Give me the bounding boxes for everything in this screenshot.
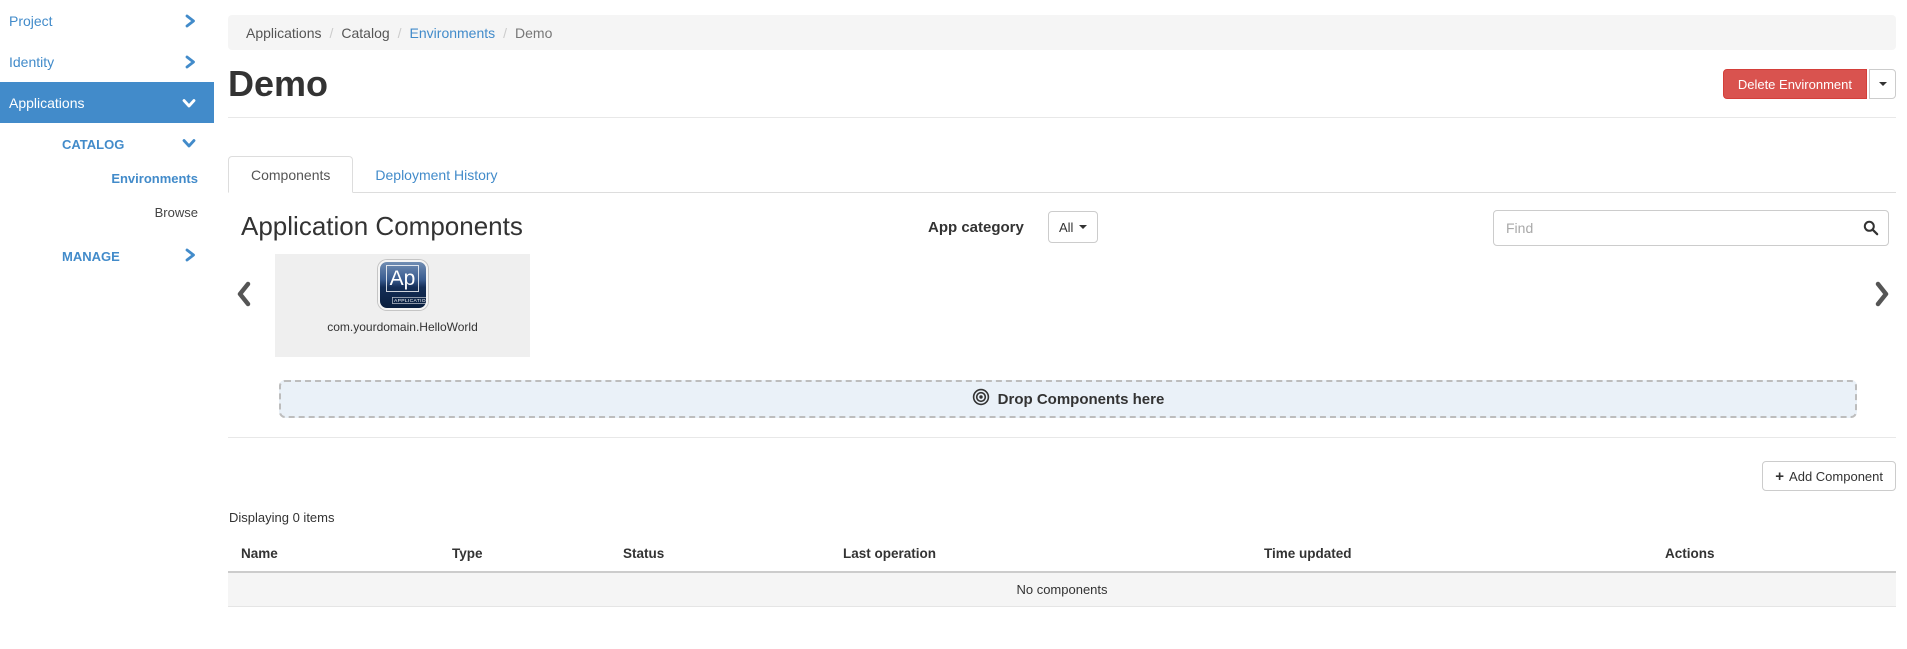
sidebar-item-applications[interactable]: Applications <box>0 82 214 123</box>
tab-components[interactable]: Components <box>228 156 353 193</box>
chevron-down-icon <box>182 97 196 109</box>
tab-bar: Components Deployment History <box>228 156 1896 193</box>
column-header-actions: Actions <box>1652 537 1896 572</box>
section-title: Application Components <box>241 211 523 242</box>
sidebar-item-label: Environments <box>111 171 198 186</box>
tab-label: Components <box>251 167 330 183</box>
sidebar-item-browse[interactable]: Browse <box>0 195 214 229</box>
breadcrumb-item-catalog: Catalog <box>341 25 389 41</box>
sidebar-section-catalog[interactable]: CATALOG <box>0 127 214 161</box>
search-icon[interactable] <box>1863 220 1879 241</box>
component-card[interactable]: Ap APPLICATION com.yourdomain.HelloWorld <box>275 254 530 357</box>
table-empty-row: No components <box>228 572 1896 607</box>
table-header-row: Name Type Status Last operation Time upd… <box>228 537 1896 572</box>
column-header-status: Status <box>610 537 830 572</box>
sidebar-item-label: Project <box>9 13 53 29</box>
caret-down-icon <box>1079 225 1087 229</box>
bullseye-icon <box>972 388 990 410</box>
app-category-selected: All <box>1059 220 1073 235</box>
delete-environment-button[interactable]: Delete Environment <box>1723 69 1867 99</box>
add-component-button[interactable]: + Add Component <box>1762 461 1896 491</box>
sidebar-item-label: Applications <box>9 95 85 111</box>
sidebar-section-manage[interactable]: MANAGE <box>0 239 214 273</box>
carousel-next-icon[interactable] <box>1874 281 1890 312</box>
title-divider <box>228 117 1896 118</box>
breadcrumb-separator: / <box>322 25 342 41</box>
app-category-label: App category <box>928 219 1024 236</box>
drop-zone-label: Drop Components here <box>998 391 1165 408</box>
plus-icon: + <box>1775 468 1784 485</box>
sidebar-item-label: Identity <box>9 54 54 70</box>
carousel-prev-icon[interactable] <box>236 281 252 312</box>
breadcrumb-link-environments[interactable]: Environments <box>410 25 496 41</box>
find-field-wrapper <box>1493 210 1889 246</box>
page-title: Demo <box>228 62 328 106</box>
tab-deployment-history[interactable]: Deployment History <box>353 156 519 193</box>
column-header-last-operation: Last operation <box>830 537 1251 572</box>
delete-environment-dropdown-button[interactable] <box>1869 69 1896 99</box>
find-input[interactable] <box>1493 210 1889 246</box>
components-table: Name Type Status Last operation Time upd… <box>228 537 1896 607</box>
main-content: Applications / Catalog / Environments / … <box>214 0 1907 649</box>
column-header-time-updated: Time updated <box>1251 537 1652 572</box>
breadcrumb-item-applications: Applications <box>246 25 322 41</box>
caret-down-icon <box>1879 82 1887 86</box>
sidebar-item-label: Browse <box>155 205 198 220</box>
items-count-summary: Displaying 0 items <box>228 510 1896 525</box>
sidebar-item-identity[interactable]: Identity <box>0 41 214 82</box>
application-icon: Ap APPLICATION <box>378 260 428 310</box>
components-carousel: Ap APPLICATION com.yourdomain.HelloWorld <box>228 249 1896 357</box>
sidebar-section-label: MANAGE <box>62 249 120 264</box>
delete-environment-split-button: Delete Environment <box>1723 69 1896 99</box>
chevron-right-icon <box>184 248 196 265</box>
app-window: Project Identity Applications CATALOG En… <box>0 0 1907 649</box>
breadcrumb-separator: / <box>495 25 515 41</box>
breadcrumb: Applications / Catalog / Environments / … <box>228 15 1896 50</box>
empty-table-message: No components <box>228 572 1896 607</box>
app-category-dropdown[interactable]: All <box>1048 211 1098 243</box>
drop-components-zone[interactable]: Drop Components here <box>279 380 1857 418</box>
sidebar-section-label: CATALOG <box>62 137 124 152</box>
sidebar-item-project[interactable]: Project <box>0 0 214 41</box>
column-header-type: Type <box>439 537 610 572</box>
chevron-right-icon <box>184 14 196 28</box>
chevron-down-icon <box>182 137 196 152</box>
tab-label: Deployment History <box>375 167 497 183</box>
breadcrumb-item-demo: Demo <box>515 25 552 41</box>
chevron-right-icon <box>184 55 196 69</box>
application-icon-text: Ap <box>386 265 420 292</box>
sidebar-item-environments[interactable]: Environments <box>0 161 214 195</box>
breadcrumb-separator: / <box>390 25 410 41</box>
component-card-label: com.yourdomain.HelloWorld <box>275 320 530 334</box>
column-header-name: Name <box>228 537 439 572</box>
add-component-label: Add Component <box>1789 469 1883 484</box>
section-divider <box>228 437 1896 438</box>
sidebar: Project Identity Applications CATALOG En… <box>0 0 214 649</box>
components-controls-row: Application Components App category All <box>228 193 1896 249</box>
application-icon-subtext: APPLICATION <box>392 297 428 304</box>
